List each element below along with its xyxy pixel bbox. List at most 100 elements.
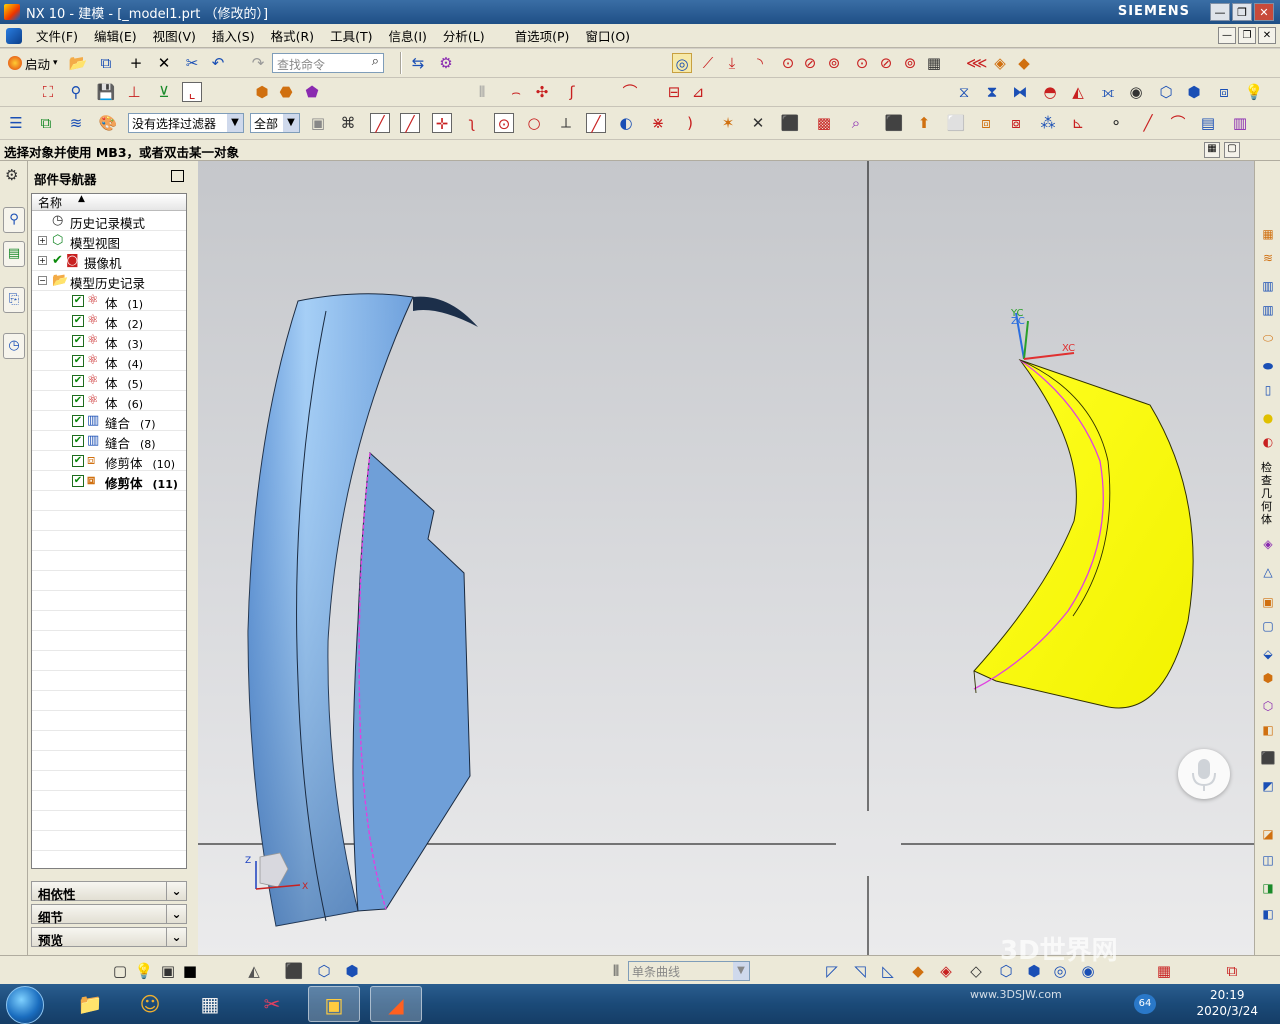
snap-point-icon[interactable]: ⌘ [338,113,358,133]
save-icon[interactable]: 💾 [96,82,116,102]
wcs-origin-icon[interactable]: ⊥ [124,82,144,102]
layer-visibility-icon[interactable]: ⬣ [276,82,296,102]
snap-view-icon[interactable]: ◹ [850,961,870,981]
midpoint-icon[interactable]: ⤓ [722,53,742,73]
thicken-icon[interactable]: ▥ [1230,113,1250,133]
shaded-icon[interactable]: ⬛ [284,961,304,981]
visibility-checkbox[interactable]: ✔ [72,295,84,307]
trim-body-icon[interactable]: ⧇ [1006,113,1026,133]
tree-node-feature[interactable]: ✔ ▥ 缝合 (8) [32,431,186,451]
point-on-face-icon[interactable]: ⊚ [900,53,920,73]
reuse-library-tab[interactable]: ⎘ [3,287,25,313]
visibility-checkbox[interactable]: ✔ [72,355,84,367]
endpoint-icon[interactable]: ⟋ [698,53,718,73]
part-navigator-tab[interactable]: ⚲ [3,207,25,233]
wcs-dynamic-icon[interactable]: ⌞ [182,82,202,102]
trim-curve-icon[interactable]: ✣ [532,82,552,102]
right-tool-icon[interactable]: ▦ [1259,225,1277,243]
existing-point-icon[interactable]: ⊙ [852,53,872,73]
pattern-icon[interactable]: ⦀ [472,82,492,102]
tree-node-camera[interactable]: + ✔ ◙ 摄像机 [32,251,186,271]
wcs-rotate-icon[interactable]: ⊻ [154,82,174,102]
extract-icon[interactable]: ◭ [1068,82,1088,102]
column-header-name[interactable]: 名称 ▲ [32,194,186,211]
grid-icon[interactable]: ▦ [924,53,944,73]
datum-csys-icon[interactable]: ⊾ [1068,113,1088,133]
tangent-icon[interactable]: ⟂ [556,113,576,133]
menu-insert[interactable]: 插入(S) [204,26,263,45]
microphone-button[interactable] [1178,749,1230,799]
menu-edit[interactable]: 编辑(E) [86,26,145,45]
right-tool-icon[interactable]: ◩ [1259,777,1277,795]
helix-icon[interactable]: ⋇ [648,113,668,133]
arc-center-icon[interactable]: ⊘ [800,53,820,73]
snipping-taskbar-icon[interactable]: ✂ [246,986,298,1022]
wave-link-icon[interactable]: ⇆ [408,53,428,73]
open-folder-icon[interactable]: 📂 [68,53,88,73]
game-taskbar-icon[interactable]: ▣ [308,986,360,1022]
right-tool-icon[interactable]: ≋ [1259,249,1277,267]
right-tool-icon[interactable]: ◫ [1259,851,1277,869]
tree-node-feature[interactable]: ✔ ⚛ 体 (2) [32,311,186,331]
intersection-icon[interactable]: ⊙ [778,53,798,73]
curve-line-icon[interactable]: ╱ [1138,113,1158,133]
color-black-icon[interactable]: ■ [180,961,200,981]
explorer-taskbar-icon[interactable]: 📁 [64,986,116,1022]
bridge-curve-icon[interactable]: ʃ [562,82,582,102]
crosshair-icon[interactable]: ✛ [432,113,452,133]
visibility-checkbox[interactable]: ✔ [72,475,84,487]
camera-icon[interactable]: ◈ [990,53,1010,73]
tree-node-feature[interactable]: ✔ ⧈ 修剪体 (10) [32,451,186,471]
spline-icon[interactable]: ╱ [586,113,606,133]
layer-stack-icon[interactable]: ≋ [66,113,86,133]
view-list-icon[interactable]: ☰ [6,113,26,133]
motion-icon[interactable]: ⋘ [966,53,987,73]
tree-node-model-history[interactable]: − 📂 模型历史记录 [32,271,186,291]
visibility-checkbox[interactable]: ✔ [72,435,84,447]
maximize-button[interactable]: ❐ [1232,3,1252,21]
tree-node-feature[interactable]: ✔ ⚛ 体 (1) [32,291,186,311]
sphere-icon[interactable]: ◐ [616,113,636,133]
background-icon[interactable]: ▣ [158,961,178,981]
cut-icon[interactable]: ✂ [182,53,202,73]
orient-view-icon[interactable]: ◇ [966,961,986,981]
section-preview[interactable]: 预览 ⌄ [31,927,187,948]
right-tool-icon[interactable]: ◈ [1259,535,1277,553]
line-snap-icon[interactable]: ╱ [400,113,420,133]
right-tool-icon[interactable]: ⬙ [1259,645,1277,663]
class-select-icon[interactable]: ⧉ [36,113,56,133]
right-tool-icon[interactable]: ▢ [1259,617,1277,635]
revolve-icon[interactable]: ⬜ [946,113,966,133]
feature-tree-icon[interactable]: ⚲ [66,82,86,102]
sewn-icon[interactable]: ⟗ [1098,82,1118,102]
visibility-checkbox[interactable]: ✔ [72,375,84,387]
book-icon[interactable]: ▥ [1259,301,1277,319]
layer-settings-icon[interactable]: ⬢ [252,82,272,102]
measure-icon[interactable]: ⊟ [664,82,684,102]
tree-node-feature[interactable]: ✔ ⚛ 体 (6) [32,391,186,411]
right-tool-icon[interactable]: ⬡ [1259,697,1277,715]
gear-icon[interactable]: ⚙ [5,166,18,184]
right-tool-icon[interactable]: ◧ [1259,721,1277,739]
control-point-icon[interactable]: ◝ [750,53,770,73]
move-to-layer-icon[interactable]: ⬟ [302,82,322,102]
menu-window[interactable]: 窗口(O) [577,26,638,45]
doc-minimize-button[interactable]: — [1218,27,1236,44]
windows-start-orb[interactable] [6,986,44,1024]
right-tool-icon[interactable]: ▯ [1259,381,1277,399]
tree-node-feature[interactable]: ✔ ⚛ 体 (5) [32,371,186,391]
render-style-icon[interactable]: ◭ [244,961,264,981]
history-clock-tab[interactable]: ◷ [3,333,25,359]
tree-node-model-views[interactable]: + ⬡ 模型视图 [32,231,186,251]
undo-icon[interactable]: ↶ [208,53,228,73]
circle-icon[interactable]: ○ [524,113,544,133]
cube-icon[interactable]: ⬛ [780,113,800,133]
palette-icon[interactable]: 🎨 [98,113,118,133]
calculator-taskbar-icon[interactable]: ▦ [184,986,236,1022]
collapse-icon[interactable]: − [38,276,47,285]
selection-mode-icon[interactable]: ⛶ [38,82,58,102]
plus-icon[interactable]: + [126,53,146,73]
point-on-curve-icon[interactable]: ⊘ [876,53,896,73]
expand-icon[interactable]: + [38,256,47,265]
orient-view-icon[interactable]: ◈ [936,961,956,981]
